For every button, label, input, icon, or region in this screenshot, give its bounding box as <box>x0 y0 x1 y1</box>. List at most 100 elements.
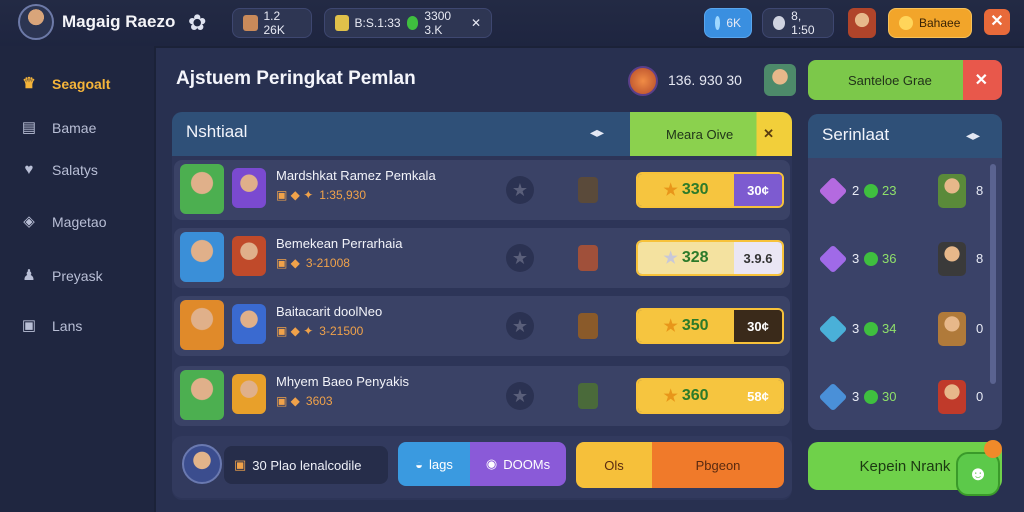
score-box: ★ 328 3.9.6 <box>636 240 784 276</box>
bottom-tabs: ◒ lags ◉ DOOMs <box>398 442 566 486</box>
swap-icon[interactable]: ◂▸ <box>590 124 604 141</box>
percent-value: 58¢ <box>734 380 782 412</box>
percent-value: 3.9.6 <box>734 242 782 274</box>
green-coin-icon <box>864 322 878 336</box>
percent-value: 30¢ <box>734 310 782 342</box>
resource-pill-2[interactable]: B:S.1:33 3300 3.K ✕ <box>324 8 492 38</box>
reward-count: 3 <box>852 321 860 336</box>
sidebar-item-label: Preyask <box>52 268 103 284</box>
sidebar-item-preyask[interactable]: ♟ Preyask <box>20 262 103 290</box>
cards-icon: ◈ <box>23 213 35 230</box>
reward-last: 8 <box>976 183 984 198</box>
sidebar-item-salatys[interactable]: ♥ Salatys <box>20 156 98 184</box>
player-avatar[interactable] <box>18 4 54 40</box>
sidebar-item-lans[interactable]: ▣ Lans <box>20 312 82 340</box>
green-coin-icon <box>864 390 878 404</box>
reward-row[interactable]: 3 34 0 <box>818 310 990 350</box>
rank-cta-label: Kepein Nrank <box>859 457 951 475</box>
reward-last: 0 <box>976 389 984 404</box>
action-pbgeon[interactable]: Pbgeon <box>652 442 784 488</box>
box-icon: ▣ <box>21 317 37 334</box>
player-portrait-secondary <box>232 374 266 414</box>
right-panel-title: Serinlaat <box>822 125 890 144</box>
table-row[interactable]: Bemekean Perrarhaia ▣ ◆ 3-21008 ★ ★ 328 3.… <box>174 228 790 288</box>
tab-dooms[interactable]: ◉ DOOMs <box>470 442 566 486</box>
heart-icon: ♥ <box>24 161 34 178</box>
gem-icon <box>818 314 848 344</box>
row-sub-value: 3-21500 <box>319 324 364 338</box>
reward-row[interactable]: 3 30 0 <box>818 378 990 418</box>
green-action-button[interactable]: Santeloe Grae ✕ <box>808 60 1002 100</box>
sidebar-item-magetao[interactable]: ◈ Magetao <box>20 208 106 236</box>
tab-label: DOOMs <box>503 456 551 472</box>
shield-pill[interactable]: 8, 1:50 <box>762 8 834 38</box>
page-title: Ajstuem Peringkat Pemlan <box>176 68 416 89</box>
coin-icon <box>899 16 913 30</box>
chest-icon: ▣ ◆ <box>276 394 300 408</box>
score-value: ★ 328 <box>638 242 734 274</box>
resource-1-value: 1.2 26K <box>263 9 285 37</box>
score-value: ★ 350 <box>638 310 734 342</box>
star-icon: ★ <box>663 318 678 335</box>
tab-lags[interactable]: ◒ lags <box>398 442 470 486</box>
score-number: 360 <box>681 387 709 404</box>
player-portrait <box>180 164 224 214</box>
settings-icon[interactable]: ✿ <box>188 10 206 36</box>
star-icon: ★ <box>506 382 534 410</box>
sidebar-item-bamae[interactable]: ▤ Bamae <box>20 114 96 142</box>
row-sub: ▣ ◆ 3-21008 <box>276 256 350 270</box>
reward-count: 3 <box>852 251 860 266</box>
self-rank-label: ▣ 30 Plao lenalcodile <box>224 446 388 484</box>
sidebar-item-seagoalt[interactable]: ♛ Seagoalt <box>20 70 110 98</box>
table-row[interactable]: Mardshkat Ramez Pemkala ▣ ◆ ✦ 1:35,930 ★ … <box>174 160 790 220</box>
gold-button[interactable]: Bahaee <box>888 8 972 38</box>
swap-icon[interactable]: ◂▸ <box>966 127 980 144</box>
mini-character-icon <box>578 383 598 409</box>
chat-icon: ☻ <box>967 463 989 485</box>
green-action-label: Santeloe Grae <box>848 72 932 88</box>
row-name: Mardshkat Ramez Pemkala <box>276 168 436 183</box>
action-ols[interactable]: Ols <box>576 442 652 488</box>
grid-icon: ▤ <box>21 119 37 136</box>
table-row[interactable]: Baitacarit doolNeo ▣ ◆ ✦ 3-21500 ★ ★ 350 3… <box>174 296 790 356</box>
scrollbar[interactable] <box>990 164 996 384</box>
green-coin-icon <box>406 16 419 30</box>
close-icon[interactable]: ✕ <box>975 70 988 90</box>
close-button[interactable]: ✕ <box>984 9 1010 35</box>
resource-pill-1[interactable]: 1.2 26K <box>232 8 312 38</box>
player-portrait <box>180 370 224 420</box>
chat-button[interactable]: ☻ <box>956 452 1000 496</box>
panel-title: Nshtiaal <box>186 122 248 141</box>
filter-label: Meara Oive <box>666 126 734 142</box>
reward-row[interactable]: 3 36 8 <box>818 240 990 280</box>
reward-character-icon <box>938 242 966 276</box>
star-icon: ★ <box>663 250 678 267</box>
sidebar-item-label: Bamae <box>52 120 97 136</box>
score-box: ★ 330 30¢ <box>636 172 784 208</box>
reward-row[interactable]: 2 23 8 <box>818 172 990 212</box>
crate-icon <box>243 15 258 31</box>
header-score: 136. 930 30 <box>668 72 742 88</box>
self-avatar[interactable] <box>182 444 222 484</box>
star-icon: ★ <box>506 244 534 272</box>
close-icon[interactable]: ✕ <box>471 16 481 30</box>
character-icon[interactable] <box>764 64 796 96</box>
row-sub: ▣ ◆ ✦ 3-21500 <box>276 324 363 338</box>
table-row[interactable]: Mhyem Baeo Penyakis ▣ ◆ 3603 ★ ★ 360 58¢ <box>174 366 790 426</box>
gem-icon <box>715 16 721 30</box>
close-icon[interactable]: ✕ <box>763 126 774 142</box>
score-value: ★ 330 <box>638 174 734 206</box>
chest-icon: ▣ ◆ ✦ <box>276 188 314 202</box>
resource-3-value: 3300 3.K <box>424 9 452 37</box>
hero-portrait-icon[interactable] <box>848 8 876 38</box>
reward-value: 34 <box>882 321 897 336</box>
bowl-icon: ◒ <box>415 456 423 472</box>
rank-coin-icon <box>628 66 658 96</box>
sidebar-item-label: Salatys <box>52 162 98 178</box>
gems-pill[interactable]: 6K <box>704 8 752 38</box>
trophy-icon: ♛ <box>22 75 36 92</box>
player-portrait-secondary <box>232 304 266 344</box>
filter-button[interactable]: Meara Oive ✕ <box>630 112 792 156</box>
reward-count: 3 <box>852 389 860 404</box>
player-portrait-secondary <box>232 168 266 208</box>
